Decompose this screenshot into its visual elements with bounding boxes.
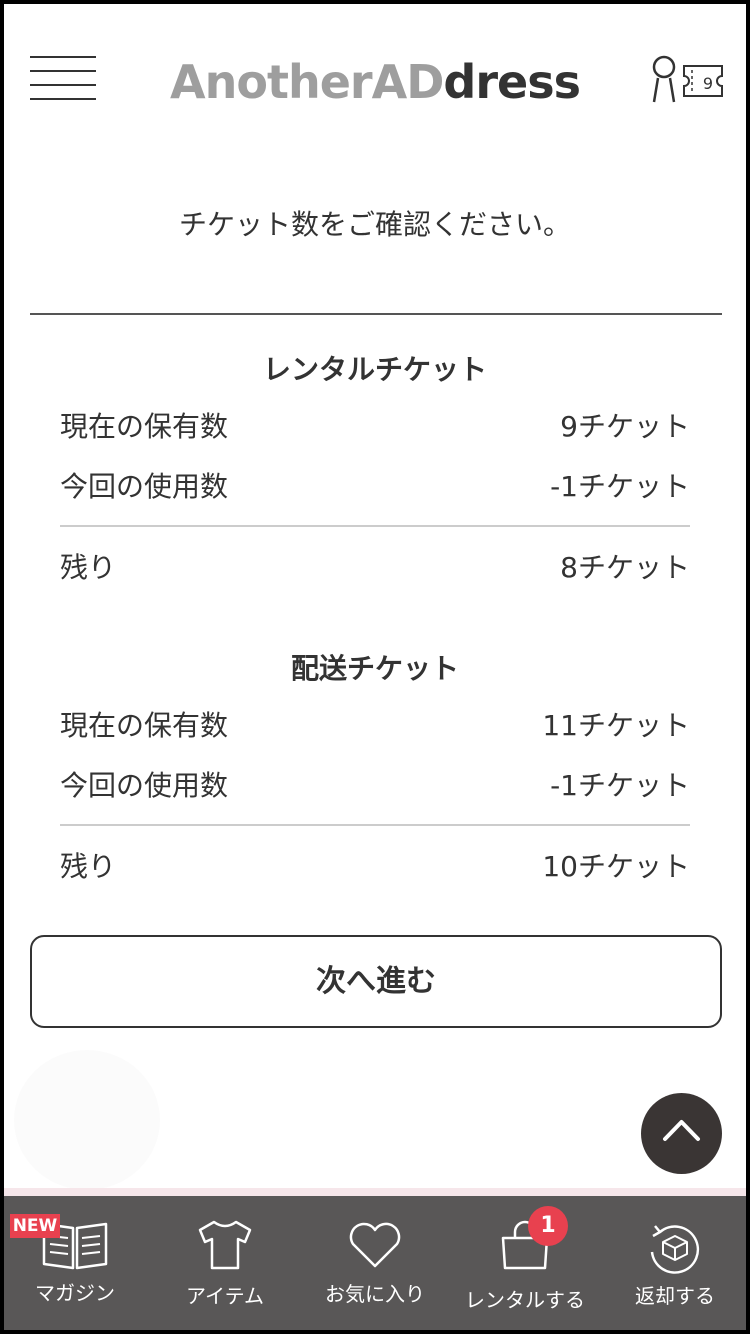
- row-label: 現在の保有数: [60, 709, 229, 742]
- nav-item-magazine[interactable]: NEW マガジン: [0, 1196, 150, 1334]
- divider: [30, 313, 722, 315]
- nav-label: レンタルする: [465, 1288, 585, 1312]
- nav-label: お気に入り: [325, 1282, 425, 1306]
- nav-item-return[interactable]: 返却する: [600, 1196, 750, 1334]
- faded-circle: [14, 1050, 160, 1190]
- delivery-used-row: 今回の使用数 -1チケット: [60, 764, 690, 808]
- row-label: 残り: [60, 551, 117, 584]
- nav-item-rent[interactable]: レンタルする: [450, 1196, 600, 1334]
- row-value: 10チケット: [542, 850, 690, 883]
- row-label: 残り: [60, 850, 117, 883]
- rental-remaining-row: 残り 8チケット: [60, 546, 690, 590]
- row-value: -1チケット: [550, 769, 690, 802]
- bottom-nav: NEW マガジン アイテム お気に入り レンタルする 返却する: [0, 1196, 750, 1334]
- row-label: 今回の使用数: [60, 470, 229, 503]
- row-label: 今回の使用数: [60, 769, 229, 802]
- row-value: 9チケット: [560, 410, 690, 443]
- nav-item-items[interactable]: アイテム: [150, 1196, 300, 1334]
- nav-label: アイテム: [186, 1284, 264, 1308]
- rental-ticket-title: レンタルチケット: [262, 353, 487, 386]
- nav-item-favorites[interactable]: お気に入り: [300, 1196, 450, 1334]
- row-label: 現在の保有数: [60, 410, 229, 443]
- scroll-to-top-button[interactable]: [641, 1093, 722, 1174]
- row-value: 8チケット: [560, 551, 690, 584]
- delivery-remaining-row: 残り 10チケット: [60, 845, 690, 889]
- logo-part-dress: dress: [443, 55, 581, 109]
- bag-icon: [450, 1218, 600, 1274]
- tshirt-icon: [150, 1218, 300, 1274]
- chevron-up-icon: [663, 1120, 700, 1141]
- ticket-count: 9: [703, 74, 713, 93]
- rental-current-row: 現在の保有数 9チケット: [60, 405, 690, 449]
- nav-label: マガジン: [35, 1281, 115, 1305]
- heart-icon: [300, 1218, 450, 1274]
- nav-top-accent: [0, 1188, 750, 1196]
- intro-message: チケット数をご確認ください。: [178, 208, 571, 241]
- cart-count-badge: 1: [528, 1206, 568, 1246]
- logo[interactable]: AnotherADdress: [0, 52, 750, 112]
- row-divider: [60, 525, 690, 527]
- row-divider: [60, 824, 690, 826]
- row-value: -1チケット: [550, 470, 690, 503]
- ticket-account-icon[interactable]: 9: [646, 54, 726, 104]
- nav-label: 返却する: [635, 1284, 715, 1308]
- logo-part-another: AnotherAD: [170, 55, 444, 109]
- rental-used-row: 今回の使用数 -1チケット: [60, 465, 690, 509]
- row-value: 11チケット: [542, 709, 690, 742]
- delivery-current-row: 現在の保有数 11チケット: [60, 704, 690, 748]
- header: AnotherADdress 9: [0, 0, 750, 150]
- return-box-icon: [600, 1218, 750, 1274]
- next-button[interactable]: 次へ進む: [30, 935, 722, 1028]
- delivery-ticket-title: 配送チケット: [290, 652, 459, 685]
- new-badge: NEW: [10, 1214, 60, 1238]
